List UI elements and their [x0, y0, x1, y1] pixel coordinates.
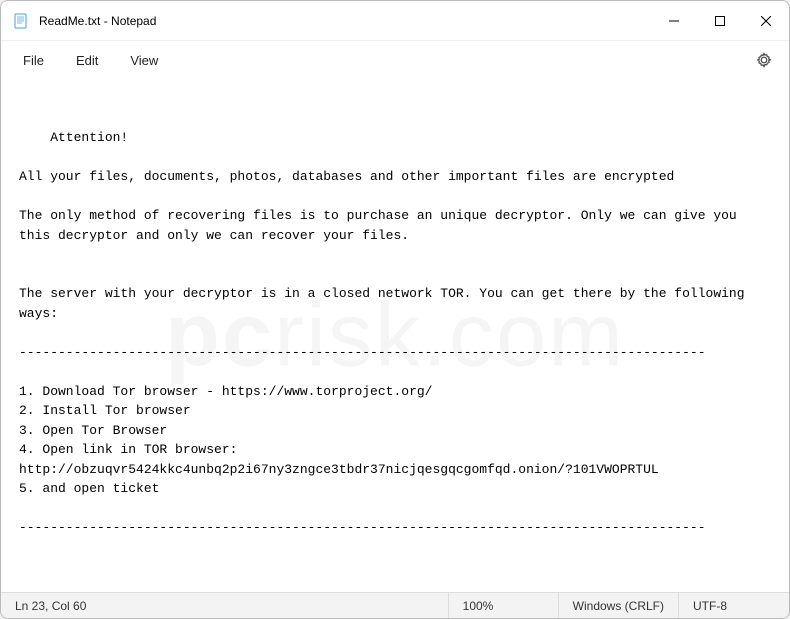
minimize-button[interactable] — [651, 1, 697, 40]
close-button[interactable] — [743, 1, 789, 40]
menu-edit[interactable]: Edit — [62, 47, 112, 74]
maximize-button[interactable] — [697, 1, 743, 40]
status-position: Ln 23, Col 60 — [1, 593, 449, 618]
menu-view[interactable]: View — [116, 47, 172, 74]
document-text: Attention! All your files, documents, ph… — [19, 130, 752, 592]
text-editor-area[interactable]: pcrisk.com Attention! All your files, do… — [1, 79, 789, 592]
menu-file[interactable]: File — [9, 47, 58, 74]
window-controls — [651, 1, 789, 40]
status-line-ending: Windows (CRLF) — [559, 593, 679, 618]
titlebar: ReadMe.txt - Notepad — [1, 1, 789, 41]
settings-button[interactable] — [747, 43, 781, 77]
statusbar: Ln 23, Col 60 100% Windows (CRLF) UTF-8 — [1, 592, 789, 618]
window-title: ReadMe.txt - Notepad — [39, 14, 651, 28]
menubar: File Edit View — [1, 41, 789, 79]
notepad-window: ReadMe.txt - Notepad File Edit View pcri… — [0, 0, 790, 619]
notepad-icon — [13, 13, 29, 29]
status-encoding: UTF-8 — [679, 593, 789, 618]
gear-icon — [756, 52, 772, 68]
status-zoom[interactable]: 100% — [449, 593, 559, 618]
